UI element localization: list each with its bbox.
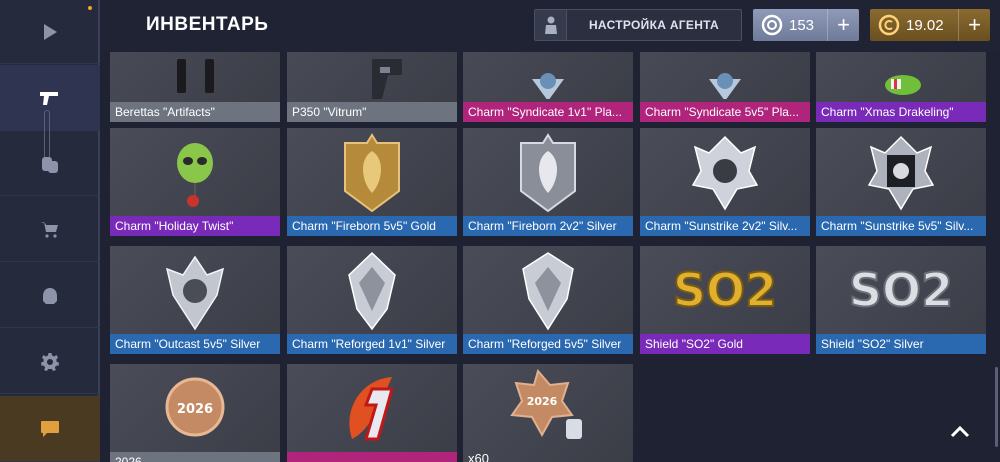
helmet-icon: [43, 287, 57, 304]
silver-amount: 153: [789, 16, 815, 34]
item-card[interactable]: Charm "Xmas Drakeling": [816, 52, 986, 122]
sidebar-play-button[interactable]: [0, 0, 100, 64]
agent-icon: [535, 10, 567, 40]
item-label: Shield "SO2" Gold: [640, 334, 810, 354]
year-text: 2026: [527, 395, 558, 408]
agent-settings-label: НАСТРОЙКА АГЕНТА: [588, 18, 720, 32]
sidebar: [0, 0, 100, 462]
item-label: Charm "Reforged 5v5" Silver: [463, 334, 633, 354]
fireborn-silver-charm-icon: [463, 128, 633, 218]
sidebar-coins-button[interactable]: [0, 132, 100, 196]
berettas-icon: [110, 52, 280, 104]
gold-currency: 19.02 +: [870, 9, 990, 41]
item-card[interactable]: Charm "Syndicate 1v1" Pla...: [463, 52, 633, 122]
scroll-to-top-button[interactable]: [940, 412, 980, 452]
item-card[interactable]: SO2 Shield "SO2" Silver: [816, 246, 986, 354]
sidebar-weapons-button[interactable]: [0, 65, 100, 131]
number-nine-sticker-icon: [287, 364, 457, 454]
add-gold-button[interactable]: +: [958, 9, 990, 41]
item-card[interactable]: 2026 2026: [110, 364, 280, 462]
item-label: Charm "Sunstrike 2v2" Silv...: [640, 216, 810, 236]
item-card[interactable]: Charm "Sunstrike 5v5" Silv...: [816, 128, 986, 236]
gold-coin-icon: [878, 14, 900, 36]
item-label: Charm "Holiday Twist": [110, 216, 280, 236]
item-card[interactable]: Berettas "Artifacts": [110, 52, 280, 122]
gear-icon: [41, 352, 59, 371]
item-card[interactable]: Charm "Sunstrike 2v2" Silv...: [640, 128, 810, 236]
item-label: Berettas "Artifacts": [110, 102, 280, 122]
pistol-icon: [40, 91, 58, 105]
sidebar-chat-button[interactable]: [0, 396, 100, 462]
reforged-charm-icon: [287, 246, 457, 336]
item-label: Charm "Fireborn 2v2" Silver: [463, 216, 633, 236]
page-title: ИНВЕНТАРЬ: [146, 14, 269, 35]
item-label: Charm "Xmas Drakeling": [816, 102, 986, 122]
chevron-up-icon: [950, 426, 970, 438]
item-label: Charm "Sunstrike 5v5" Silv...: [816, 216, 986, 236]
item-card[interactable]: P350 "Vitrum": [287, 52, 457, 122]
syndicate-charm-icon: [640, 52, 810, 104]
item-label: Charm "Syndicate 1v1" Pla...: [463, 102, 633, 122]
item-card[interactable]: 2026 x60: [463, 364, 633, 462]
cart-icon: [41, 221, 58, 238]
item-quantity: x60: [468, 451, 489, 462]
header: ИНВЕНТАРЬ НАСТРОЙКА АГЕНТА 153 + 19.02 +: [102, 0, 1000, 52]
sunstrike-charm-icon: [816, 128, 986, 218]
person-icon: [544, 16, 557, 34]
item-label: Charm "Fireborn 5v5" Gold: [287, 216, 457, 236]
item-label: Charm "Outcast 5v5" Silver: [110, 334, 280, 354]
so2-text: SO2: [849, 263, 953, 317]
item-label: 2026: [110, 452, 280, 462]
fireborn-gold-charm-icon: [287, 128, 457, 218]
item-label: P350 "Vitrum": [287, 102, 457, 122]
so2-silver-shield-icon: SO2: [816, 246, 986, 336]
silver-currency: 153 +: [753, 9, 859, 41]
item-label: Charm "Syndicate 5v5" Pla...: [640, 102, 810, 122]
year-text: 2026: [177, 402, 213, 417]
item-card[interactable]: [287, 364, 457, 462]
sidebar-shop-button[interactable]: [0, 198, 100, 262]
p350-pistol-icon: [287, 52, 457, 104]
sunstrike-charm-icon: [640, 128, 810, 218]
grid-scrollbar[interactable]: [995, 367, 998, 447]
item-card[interactable]: Charm "Outcast 5v5" Silver: [110, 246, 280, 354]
silver-coin-icon: [761, 14, 783, 36]
gold-amount: 19.02: [906, 16, 944, 34]
outcast-charm-icon: [110, 246, 280, 336]
sidebar-agent-button[interactable]: [0, 264, 100, 328]
sidebar-settings-button[interactable]: [0, 330, 100, 394]
inventory-grid: Berettas "Artifacts" P350 "Vitrum" Charm…: [102, 52, 1000, 462]
item-card[interactable]: Charm "Holiday Twist": [110, 128, 280, 236]
item-card[interactable]: Charm "Syndicate 5v5" Pla...: [640, 52, 810, 122]
item-label: Shield "SO2" Silver: [816, 334, 986, 354]
alien-charm-icon: [110, 128, 280, 218]
chat-icon: [41, 420, 59, 437]
so2-text: SO2: [673, 263, 777, 317]
item-card[interactable]: Charm "Fireborn 2v2" Silver: [463, 128, 633, 236]
item-label: Charm "Reforged 1v1" Silver: [287, 334, 457, 354]
coins-icon: [42, 156, 58, 173]
reforged-charm-icon: [463, 246, 633, 336]
item-card[interactable]: Charm "Fireborn 5v5" Gold: [287, 128, 457, 236]
dragon-charm-icon: [816, 52, 986, 104]
add-silver-button[interactable]: +: [827, 9, 859, 41]
item-card[interactable]: SO2 Shield "SO2" Gold: [640, 246, 810, 354]
syndicate-charm-icon: [463, 52, 633, 104]
item-card[interactable]: Charm "Reforged 5v5" Silver: [463, 246, 633, 354]
item-card[interactable]: Charm "Reforged 1v1" Silver: [287, 246, 457, 354]
so2-gold-shield-icon: SO2: [640, 246, 810, 336]
play-icon: [44, 23, 57, 40]
2026-bronze-pack-icon: 2026: [463, 364, 633, 454]
agent-settings-button[interactable]: НАСТРОЙКА АГЕНТА: [534, 9, 742, 41]
2026-bronze-medal-icon: 2026: [110, 364, 280, 454]
item-label: [287, 452, 457, 462]
